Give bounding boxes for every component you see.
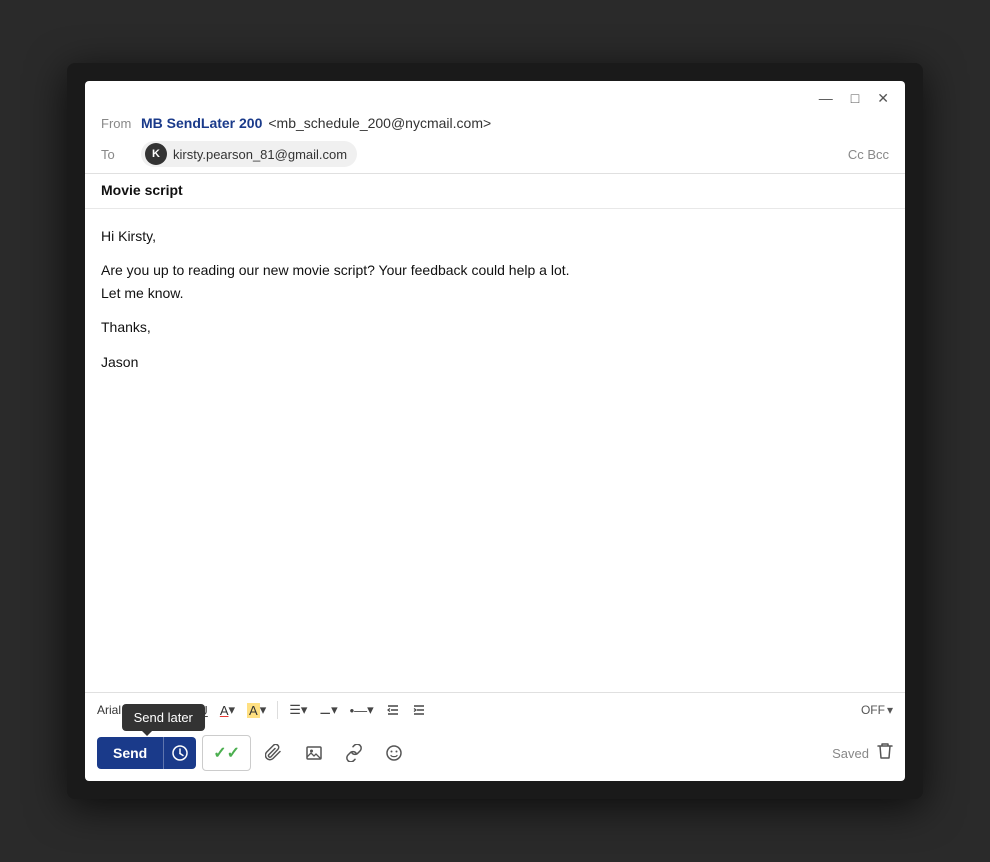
font-size-selector[interactable]: 10 ▾ — [127, 703, 148, 717]
indent-increase-button[interactable] — [407, 700, 431, 720]
off-chevron: ▾ — [887, 703, 893, 717]
off-label: OFF — [861, 703, 885, 717]
highlight-button[interactable]: A ▾ — [242, 699, 271, 721]
email-body[interactable]: Hi Kirsty, Are you up to reading our new… — [85, 209, 905, 692]
attachment-icon — [265, 744, 283, 762]
action-row: Send later Send ✓✓ — [85, 727, 905, 781]
to-row: To K kirsty.pearson_81@gmail.com Cc Bcc — [85, 137, 905, 174]
font-color-button[interactable]: A ▾ — [215, 699, 240, 721]
attach-button[interactable] — [257, 738, 291, 768]
cc-bcc-button[interactable]: Cc Bcc — [848, 147, 889, 162]
ordered-list-button[interactable]: ⚊ ▾ — [314, 699, 342, 721]
align-chevron: ▾ — [301, 702, 308, 718]
maximize-button[interactable]: □ — [847, 89, 863, 107]
image-button[interactable] — [297, 738, 331, 768]
indent-decrease-icon — [386, 703, 400, 717]
body-line2: Are you up to reading our new movie scri… — [101, 262, 570, 278]
from-name: MB SendLater 200 — [141, 115, 262, 131]
trash-icon — [877, 742, 893, 760]
underline-button[interactable]: U — [193, 700, 212, 721]
indent-increase-icon — [412, 703, 426, 717]
font-size-value: 10 — [127, 703, 140, 717]
link-icon — [345, 744, 363, 762]
recipient-chip[interactable]: K kirsty.pearson_81@gmail.com — [141, 141, 357, 167]
send-label: Send — [113, 745, 147, 761]
from-sender: MB SendLater 200 <mb_schedule_200@nycmai… — [141, 115, 491, 131]
check-button[interactable]: ✓✓ — [202, 735, 251, 771]
font-color-chevron: ▾ — [228, 702, 235, 718]
from-email: <mb_schedule_200@nycmail.com> — [268, 115, 491, 131]
delete-button[interactable] — [877, 742, 893, 765]
title-bar: — □ ✕ — [85, 81, 905, 111]
saved-area: Saved — [832, 742, 893, 765]
ul-chevron: ▾ — [367, 702, 374, 718]
close-button[interactable]: ✕ — [873, 89, 893, 107]
send-clock-button[interactable] — [163, 737, 196, 769]
body-line3: Let me know. — [101, 285, 184, 301]
indent-decrease-button[interactable] — [381, 700, 405, 720]
title-bar-controls: — □ ✕ — [815, 89, 893, 107]
unordered-list-button[interactable]: •— ▾ — [345, 699, 379, 721]
subject-row: Movie script — [85, 174, 905, 209]
clock-icon — [172, 745, 188, 761]
ol-chevron: ▾ — [331, 702, 338, 718]
italic-button[interactable]: I — [178, 700, 192, 721]
image-icon — [305, 744, 323, 762]
send-button-group: Send later Send — [97, 737, 196, 769]
minimize-button[interactable]: — — [815, 89, 837, 107]
toolbar-divider-1 — [277, 701, 278, 719]
body-greeting: Hi Kirsty, — [101, 225, 889, 247]
from-label: From — [101, 116, 133, 131]
to-label: To — [101, 147, 133, 162]
subject-text: Movie script — [101, 182, 183, 198]
highlight-chevron: ▾ — [260, 702, 267, 718]
recipient-email: kirsty.pearson_81@gmail.com — [173, 147, 347, 162]
check-icon: ✓✓ — [213, 743, 240, 763]
formatting-toolbar: Arial 10 ▾ B I U A ▾ A ▾ ☰ ▾ ⚊ ▾ — [85, 692, 905, 727]
font-size-chevron: ▾ — [142, 703, 148, 717]
body-signature: Jason — [101, 351, 889, 373]
compose-window: — □ ✕ From MB SendLater 200 <mb_schedule… — [85, 81, 905, 781]
align-button[interactable]: ☰ ▾ — [284, 699, 312, 721]
font-selector[interactable]: Arial — [97, 703, 121, 717]
recipient-avatar: K — [145, 143, 167, 165]
body-main: Are you up to reading our new movie scri… — [101, 259, 889, 304]
bold-button[interactable]: B — [156, 700, 175, 721]
saved-label: Saved — [832, 746, 869, 761]
link-button[interactable] — [337, 738, 371, 768]
send-button[interactable]: Send — [97, 737, 163, 769]
body-thanks: Thanks, — [101, 316, 889, 338]
off-toggle[interactable]: OFF ▾ — [861, 703, 893, 717]
from-row: From MB SendLater 200 <mb_schedule_200@n… — [85, 111, 905, 137]
emoji-button[interactable] — [377, 738, 411, 768]
emoji-icon — [385, 744, 403, 762]
